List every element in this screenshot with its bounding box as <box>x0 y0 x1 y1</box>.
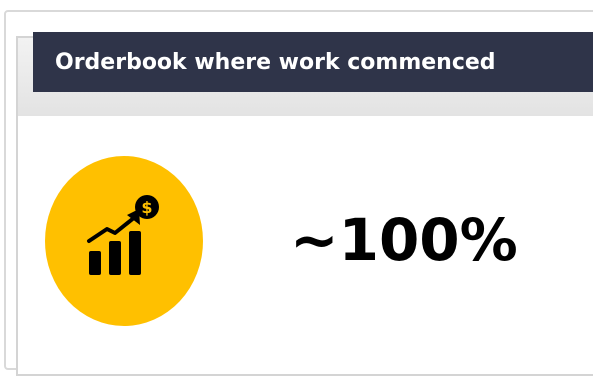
icon-badge: $ <box>45 156 203 326</box>
card-title-bar: Orderbook where work commenced <box>33 32 593 92</box>
svg-text:$: $ <box>141 198 152 217</box>
metric-value: ~100% <box>290 206 518 274</box>
revenue-growth-chart-icon: $ <box>87 195 159 275</box>
card-title: Orderbook where work commenced <box>55 49 496 75</box>
